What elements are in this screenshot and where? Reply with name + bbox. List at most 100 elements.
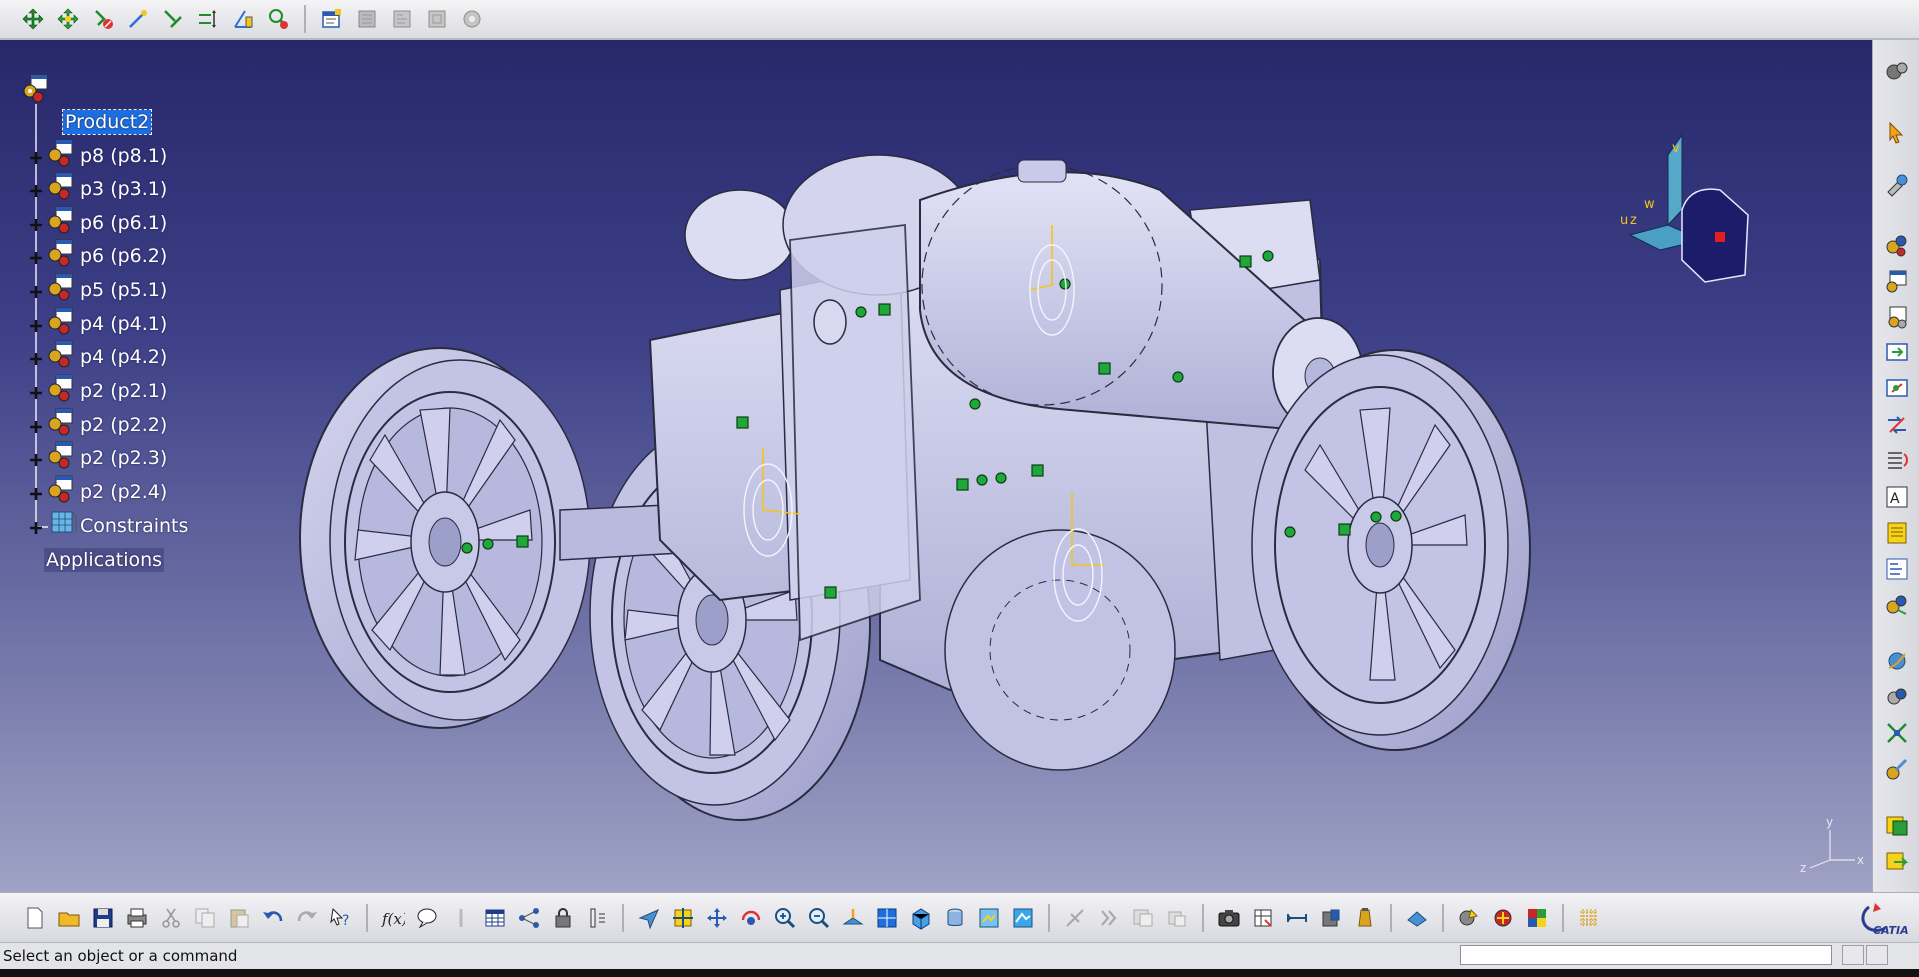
3d-viewport[interactable]: v w u z y x z Product2 p8 (p8.1) p3 (p3.… [0,40,1872,892]
fly-icon[interactable] [634,903,664,933]
sectioning-icon[interactable] [1402,903,1432,933]
constraint-icon[interactable] [1881,846,1913,876]
swap-visible-icon[interactable] [974,903,1004,933]
weight-icon[interactable] [1316,903,1346,933]
tree-item-p2-1[interactable]: p2 (p2.1) [78,379,169,403]
open-icon[interactable] [54,903,84,933]
fixed-icon[interactable] [1881,810,1913,840]
catalog-icon[interactable] [1881,56,1913,86]
expand-p5-icon[interactable] [29,284,43,298]
paste-icon[interactable] [224,903,254,933]
bill-of-material-icon[interactable] [1881,518,1913,548]
expand-p3-icon[interactable] [29,183,43,197]
manipulate-icon[interactable] [1881,646,1913,676]
knowledge-icon[interactable] [446,903,476,933]
cheek-plate-front[interactable] [789,223,921,642]
save-icon[interactable] [88,903,118,933]
redo-icon[interactable] [292,903,322,933]
copy-icon[interactable] [190,903,220,933]
tree-item-p8[interactable]: p8 (p8.1) [78,144,169,168]
fit-all-icon[interactable] [668,903,698,933]
angle-icon[interactable] [228,4,258,34]
tree-item-applications[interactable]: Applications [44,548,165,572]
snap-icon[interactable] [1881,682,1913,712]
tree-item-p5[interactable]: p5 (p5.1) [78,278,169,302]
tree-root-product2[interactable]: Product2 [61,109,153,135]
table-icon[interactable] [480,903,510,933]
smart-move-icon[interactable] [1881,718,1913,748]
product-icon[interactable] [1881,266,1913,296]
part-icon[interactable] [1881,302,1913,332]
replace-icon[interactable] [457,4,487,34]
rotate-icon[interactable] [736,903,766,933]
flexible-icon[interactable] [1881,754,1913,784]
tree-item-p2-2[interactable]: p2 (p2.2) [78,413,169,437]
component-icon[interactable] [46,406,76,436]
manipulation-icon[interactable] [18,4,48,34]
measure-item-icon[interactable] [1282,903,1312,933]
tree-item-p3[interactable]: p3 (p3.1) [78,177,169,201]
scene-icon[interactable] [1488,903,1518,933]
compass[interactable]: v w u z [1620,133,1749,283]
reorder-icon[interactable] [1094,903,1124,933]
measure-icon[interactable] [1162,903,1192,933]
part-icon[interactable] [387,4,417,34]
snapshot-icon[interactable] [1214,903,1244,933]
fix-icon[interactable] [88,4,118,34]
formula-icon[interactable]: f(x) [378,903,408,933]
component-icon[interactable] [46,204,76,234]
lock-icon[interactable] [548,903,578,933]
explode-icon[interactable] [1881,554,1913,584]
expand-p6-2-icon[interactable] [29,250,43,264]
power-input-field[interactable] [1460,945,1832,965]
tree-item-p6-1[interactable]: p6 (p6.1) [78,211,169,235]
component-icon[interactable] [46,137,76,167]
expand-p2-3-icon[interactable] [29,452,43,466]
snap-icon[interactable] [53,4,83,34]
graph-icon[interactable] [514,903,544,933]
normal-view-icon[interactable] [838,903,868,933]
iso-view-icon[interactable] [906,903,936,933]
product-icon[interactable] [352,4,382,34]
component-icon[interactable] [46,473,76,503]
update-icon[interactable] [1060,903,1090,933]
replace-icon[interactable] [1881,410,1913,440]
component-icon[interactable] [46,338,76,368]
comment-icon[interactable] [412,903,442,933]
product-root-icon[interactable] [22,73,52,103]
component-icon[interactable] [46,305,76,335]
contact-icon[interactable] [158,4,188,34]
whats-this-icon[interactable]: ? [326,903,356,933]
expand-p4-1-icon[interactable] [29,318,43,332]
tree-item-p2-4[interactable]: p2 (p2.4) [78,480,169,504]
component-icon[interactable] [46,372,76,402]
insert-component-icon[interactable] [317,4,347,34]
expand-p2-4-icon[interactable] [29,486,43,500]
component-icon[interactable] [46,439,76,469]
tree-item-p2-3[interactable]: p2 (p2.3) [78,446,169,470]
tree-item-constraints[interactable]: Constraints [78,514,190,538]
render-icon[interactable] [1008,903,1038,933]
quick-view-icon[interactable] [872,903,902,933]
coincidence-icon[interactable] [123,4,153,34]
existing-component-icon[interactable] [422,4,452,34]
existing-icon[interactable] [1881,338,1913,368]
pan-icon[interactable] [702,903,732,933]
scene-icon[interactable] [1881,590,1913,620]
component-icon[interactable] [1881,230,1913,260]
zoom-out-icon[interactable] [804,903,834,933]
expand-p8-icon[interactable] [29,150,43,164]
hide-show-icon[interactable] [940,903,970,933]
clash-icon[interactable] [1454,903,1484,933]
zoom-in-icon[interactable] [770,903,800,933]
multi-instance-icon[interactable] [1881,374,1913,404]
select-icon[interactable] [1881,118,1913,148]
tree-item-p4-1[interactable]: p4 (p4.1) [78,312,169,336]
component-icon[interactable] [46,237,76,267]
explode-icon[interactable] [1522,903,1552,933]
capture-icon[interactable] [1128,903,1158,933]
expand-p2-1-icon[interactable] [29,385,43,399]
cut-icon[interactable] [156,903,186,933]
fix-together-icon[interactable] [263,4,293,34]
expand-constraints-icon[interactable] [29,520,43,534]
